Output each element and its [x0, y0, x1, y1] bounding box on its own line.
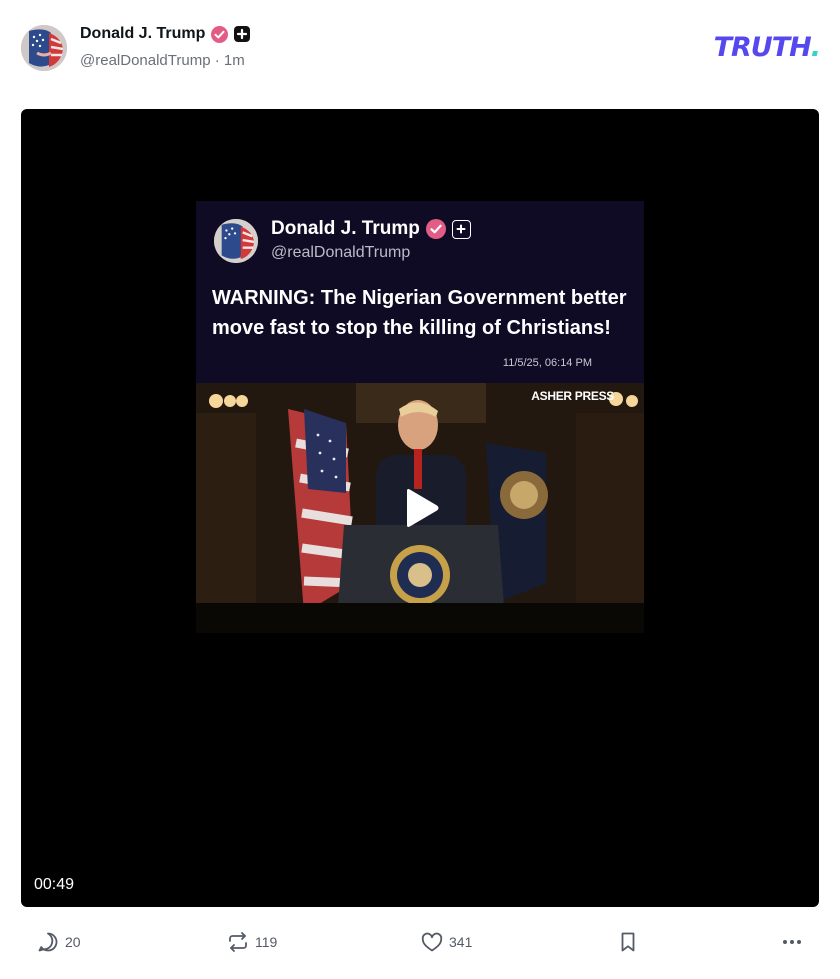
reply-icon [36, 930, 60, 954]
embedded-plus-icon [451, 219, 471, 239]
reply-button[interactable]: 20 [36, 927, 81, 957]
post-timestamp[interactable]: 1m [224, 52, 245, 69]
post-actions-bar: 20 119 341 [0, 927, 840, 957]
embedded-timestamp: 11/5/25, 06:14 PM [502, 357, 592, 369]
embedded-post-text: WARNING: The Nigerian Government better … [212, 287, 627, 339]
display-name[interactable]: Donald J. Trump [80, 25, 205, 43]
play-icon[interactable] [401, 487, 441, 529]
plus-badge-icon [234, 26, 251, 42]
author-meta: @realDonaldTrump · 1m [80, 52, 245, 69]
embedded-avatar [214, 219, 258, 263]
author-handle[interactable]: @realDonaldTrump [80, 52, 211, 69]
repost-icon [226, 930, 250, 954]
like-button[interactable]: 341 [420, 927, 472, 957]
repost-button[interactable]: 119 [226, 927, 277, 957]
embedded-name-row: Donald J. Trump [271, 218, 471, 240]
bookmark-icon [616, 930, 640, 954]
video-duration: 00:49 [34, 876, 75, 893]
verified-check-icon [211, 25, 229, 43]
embedded-display-name: Donald J. Trump [271, 218, 420, 239]
logo-text: TRUTH [713, 32, 812, 63]
embedded-verified-icon [425, 219, 446, 239]
truth-logo[interactable]: TRUTH. [713, 32, 821, 63]
author-name-row: Donald J. Trump [80, 25, 251, 43]
video-player[interactable]: Donald J. Trump @realDonaldTrump WARNING… [21, 109, 819, 907]
more-icon [780, 930, 804, 954]
reply-count: 20 [65, 934, 81, 950]
meta-separator: · [214, 52, 220, 69]
embedded-handle: @realDonaldTrump [271, 244, 411, 261]
logo-dot: . [810, 32, 821, 63]
video-watermark: ASHER PRESS [531, 389, 614, 403]
avatar[interactable] [21, 25, 67, 71]
heart-icon [420, 930, 444, 954]
more-button[interactable] [780, 927, 804, 957]
like-count: 341 [449, 934, 473, 950]
repost-count: 119 [255, 934, 278, 950]
bookmark-button[interactable] [616, 927, 640, 957]
